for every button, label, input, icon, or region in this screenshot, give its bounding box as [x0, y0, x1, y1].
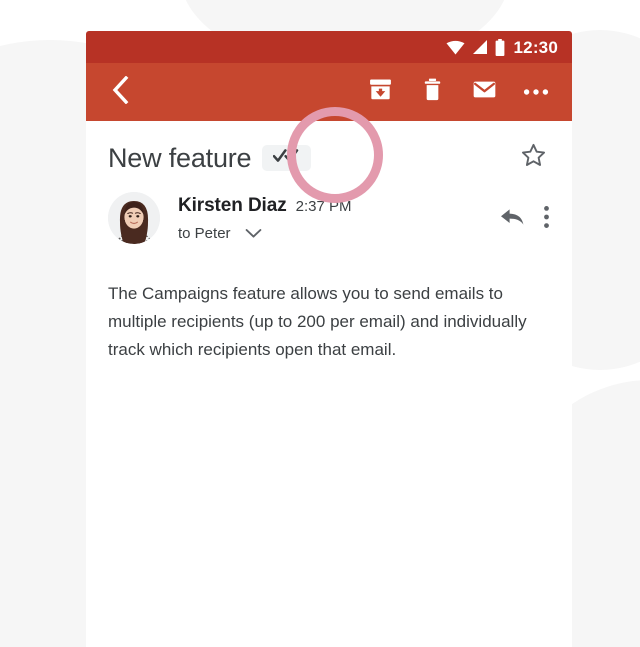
status-bar: 12:30 [86, 31, 572, 63]
delete-icon [420, 77, 445, 107]
message-body: The Campaigns feature allows you to send… [108, 284, 527, 359]
overflow-menu-button[interactable] [516, 72, 556, 112]
message-actions [500, 192, 550, 234]
sender-row: Kirsten Diaz 2:37 PM to Peter [86, 175, 572, 244]
battery-icon [495, 38, 505, 56]
double-check-icon [273, 149, 300, 167]
subject-row: New feature [86, 121, 572, 175]
overflow-menu-icon [523, 83, 549, 101]
reply-button[interactable] [500, 206, 525, 233]
app-bar [86, 63, 572, 121]
status-bar-clock: 12:30 [513, 37, 558, 57]
mark-unread-icon [472, 77, 497, 107]
sender-name-line: Kirsten Diaz 2:37 PM [178, 195, 500, 217]
recipient-label: to Peter [178, 225, 231, 242]
archive-button[interactable] [360, 72, 400, 112]
avatar[interactable] [108, 192, 160, 244]
app-bar-actions [360, 72, 556, 112]
recipient-line[interactable]: to Peter [178, 225, 500, 242]
reply-arrow-icon [500, 206, 525, 233]
screenshot-canvas: 12:30 New feature Kirsten Diaz 2:37 PM t… [0, 0, 640, 647]
sender-info: Kirsten Diaz 2:37 PM to Peter [178, 192, 500, 242]
read-receipt-badge[interactable] [262, 145, 312, 171]
wifi-icon [446, 40, 465, 55]
page-title: New feature [108, 142, 252, 173]
chevron-down-icon[interactable] [245, 228, 262, 239]
star-outline-icon [520, 142, 547, 174]
vertical-dots-icon [543, 205, 550, 234]
back-chevron-icon [111, 75, 130, 109]
sender-name: Kirsten Diaz [178, 195, 287, 216]
star-button[interactable] [516, 141, 550, 175]
back-button[interactable] [100, 72, 140, 112]
message-timestamp: 2:37 PM [295, 198, 352, 215]
phone-mockup: 12:30 New feature Kirsten Diaz 2:37 PM t… [86, 31, 572, 647]
mark-unread-button[interactable] [464, 72, 504, 112]
delete-button[interactable] [412, 72, 452, 112]
message-overflow-button[interactable] [543, 205, 550, 234]
cellular-signal-icon [472, 39, 488, 55]
archive-icon [368, 77, 393, 107]
